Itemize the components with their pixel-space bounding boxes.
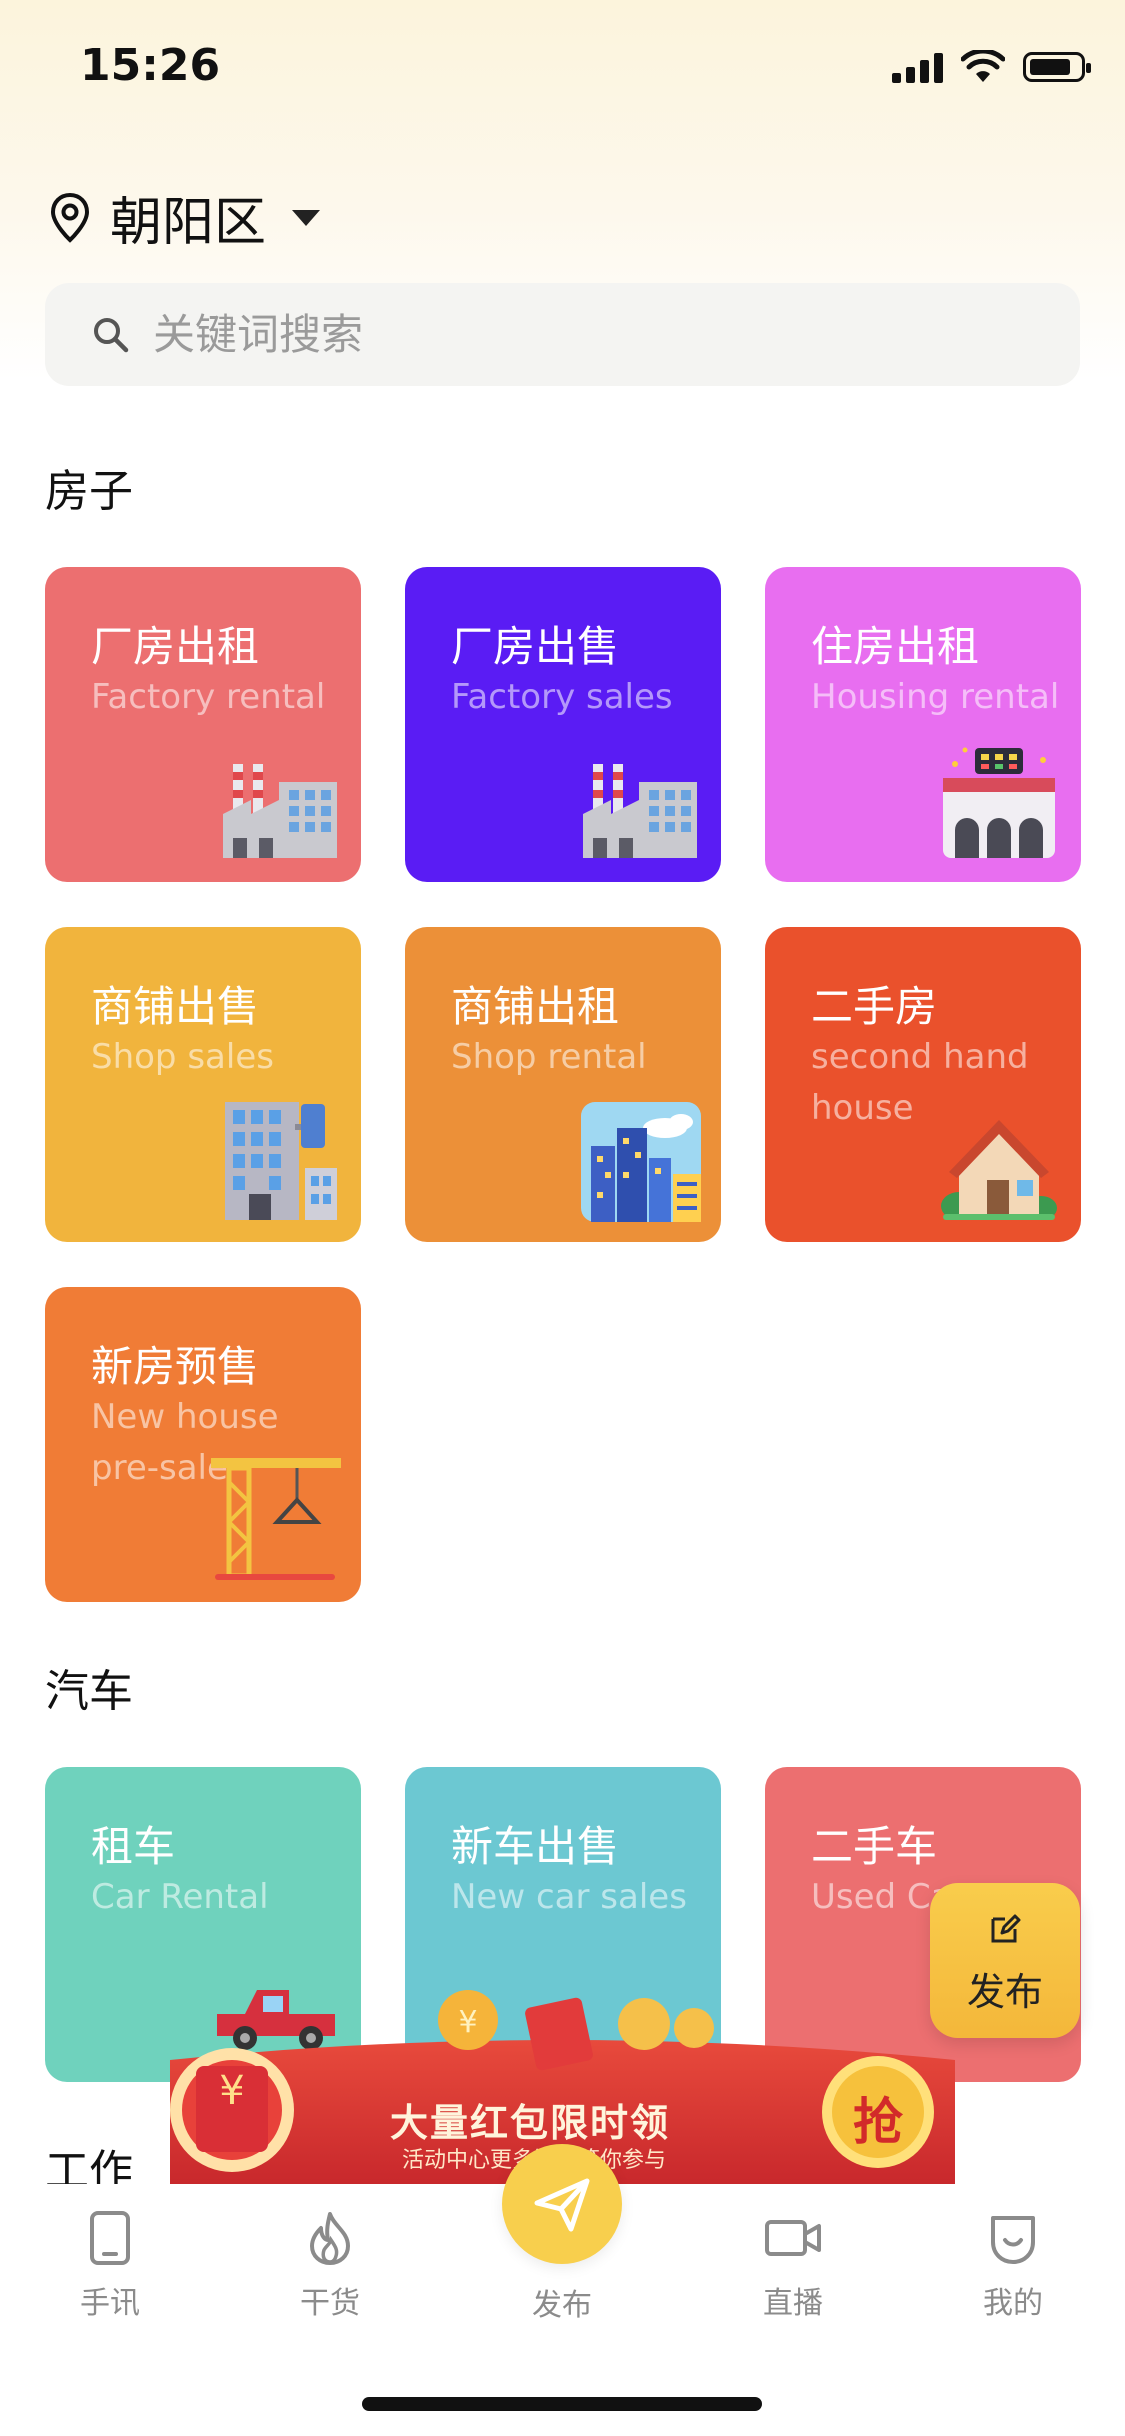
- nav-item-dry-goods[interactable]: 干货: [270, 2210, 390, 2322]
- floating-publish-button[interactable]: 发布: [930, 1883, 1080, 2038]
- nav-label: 直播: [763, 2286, 823, 2321]
- nav-item-news[interactable]: 手讯: [50, 2210, 170, 2322]
- nav-label: 干货: [300, 2286, 360, 2321]
- location-pin-icon: [50, 192, 90, 243]
- nav-item-live[interactable]: 直播: [733, 2210, 853, 2322]
- promo-grab-badge[interactable]: 抢: [850, 2082, 906, 2154]
- tile-subtitle: Car Rental: [91, 1877, 269, 1917]
- profile-icon: [991, 2216, 1035, 2264]
- tile-subtitle: Factory rental: [91, 677, 326, 717]
- nav-item-publish[interactable]: 发布: [502, 2272, 622, 2324]
- search-bar[interactable]: [45, 283, 1080, 386]
- publish-button[interactable]: [502, 2144, 622, 2264]
- crane-icon: [211, 1458, 341, 1580]
- nav-label: 手讯: [80, 2286, 140, 2321]
- chevron-down-icon: [292, 209, 321, 226]
- section-title-house: 房子: [45, 466, 133, 517]
- battery-icon: [1023, 52, 1091, 82]
- tile-shop-rental[interactable]: 商铺出租 Shop rental: [405, 927, 721, 1242]
- search-input[interactable]: [151, 309, 1015, 360]
- tablet-icon: [90, 2211, 130, 2265]
- tile-title: 厂房出租: [91, 622, 260, 671]
- tile-subtitle: Shop sales: [91, 1037, 274, 1077]
- tile-housing-rental[interactable]: 住房出租 Housing rental: [765, 567, 1081, 882]
- cellular-signal-icon: [892, 51, 943, 83]
- tile-title: 租车: [91, 1822, 176, 1871]
- tile-subtitle: Shop rental: [451, 1037, 647, 1077]
- tile-factory-rental[interactable]: 厂房出租 Factory rental: [45, 567, 361, 882]
- floating-publish-label: 发布: [966, 1970, 1043, 2014]
- video-camera-icon: [765, 2220, 821, 2256]
- tile-second-hand-house[interactable]: 二手房 second hand house: [765, 927, 1081, 1242]
- promo-headline: 大量红包限时领: [390, 2101, 671, 2145]
- flame-icon: [310, 2212, 350, 2265]
- wifi-icon: [961, 50, 1005, 82]
- location-selector[interactable]: 朝阳区: [48, 180, 321, 255]
- search-icon: [94, 317, 129, 352]
- house-icon: [941, 1120, 1057, 1220]
- office-building-icon: [225, 1102, 337, 1220]
- tile-factory-sales[interactable]: 厂房出售 Factory sales: [405, 567, 721, 882]
- svg-text:¥: ¥: [219, 2068, 244, 2114]
- status-icons: [892, 50, 1091, 84]
- svg-text:¥: ¥: [458, 2005, 477, 2040]
- location-name: 朝阳区: [110, 193, 267, 253]
- city-icon: [581, 1102, 701, 1222]
- tile-subtitle: Housing rental: [811, 677, 1060, 717]
- home-indicator: [362, 2397, 762, 2411]
- tile-subtitle: Factory sales: [451, 677, 673, 717]
- tile-shop-sales[interactable]: 商铺出售 Shop sales: [45, 927, 361, 1242]
- tile-title: 二手车: [811, 1822, 938, 1871]
- nav-label: 发布: [532, 2288, 592, 2323]
- tile-title: 商铺出售: [91, 982, 260, 1031]
- tile-new-house-presale[interactable]: 新房预售 New house pre-sale: [45, 1287, 361, 1602]
- edit-icon: [991, 1914, 1021, 1943]
- tile-title: 住房出租: [811, 622, 980, 671]
- tile-subtitle: New car sales: [451, 1877, 687, 1917]
- factory-icon: [223, 764, 337, 858]
- factory-icon: [583, 764, 697, 858]
- nav-item-profile[interactable]: 我的: [953, 2210, 1073, 2322]
- tile-title: 新车出售: [451, 1822, 620, 1871]
- tile-title: 厂房出售: [451, 622, 620, 671]
- tile-title: 商铺出租: [451, 982, 620, 1031]
- status-time: 15:26: [80, 40, 221, 91]
- paper-plane-icon: [534, 2178, 590, 2232]
- status-bar: 15:26: [0, 0, 1125, 140]
- stadium-icon: [943, 747, 1055, 858]
- nav-label: 我的: [983, 2286, 1043, 2321]
- tile-title: 新房预售: [91, 1342, 260, 1391]
- section-title-car: 汽车: [45, 1666, 133, 1717]
- tile-title: 二手房: [811, 982, 938, 1031]
